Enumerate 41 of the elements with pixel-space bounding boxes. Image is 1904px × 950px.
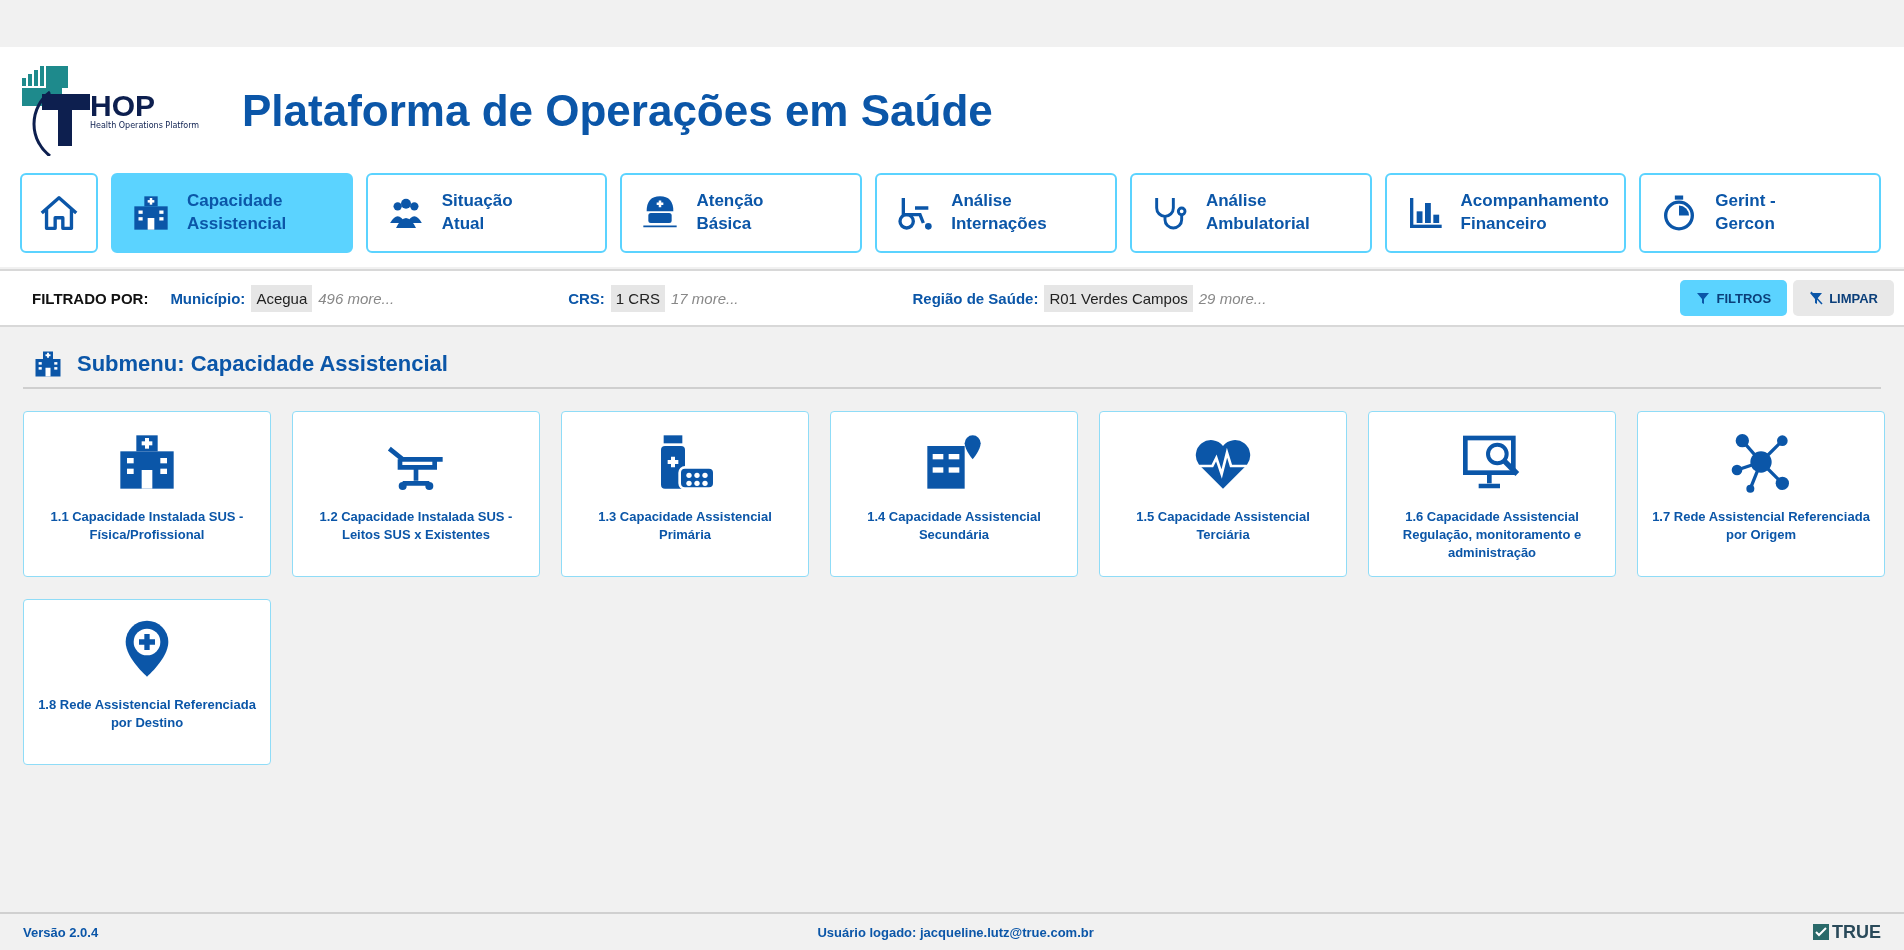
nav-tab[interactable]: Análise Ambulatorial: [1129, 173, 1372, 253]
filter-icon: [1696, 291, 1711, 305]
nav-tab[interactable]: Capacidade Assistencial: [111, 173, 353, 253]
nav-tab[interactable]: Gerint - Gercon: [1639, 173, 1882, 253]
submenu-card[interactable]: 1.8 Rede Assistencial Referenciada por Destino: [23, 599, 271, 765]
submenu-card[interactable]: 1.3 Capacidade Assistencial Primária: [561, 411, 809, 577]
filters-button[interactable]: FILTROS: [1680, 280, 1788, 316]
filter-name: Município:: [170, 289, 246, 307]
nav-tab[interactable]: Análise Internações: [875, 173, 1117, 253]
submenu-card[interactable]: 1.1 Capacidade Instalada SUS - Física/Profissional: [23, 411, 271, 577]
clear-button[interactable]: LIMPAR: [1793, 280, 1894, 316]
filter-value: 1 CRS: [610, 284, 665, 312]
home-tab[interactable]: [20, 173, 98, 253]
filter-value: Acegua: [251, 284, 313, 312]
logo-tagline: Health Operations Platform: [90, 121, 200, 130]
more-link[interactable]: 496 more...: [318, 289, 395, 307]
filter-name: CRS:: [568, 289, 605, 307]
submenu-card[interactable]: 1.2 Capacidade Instalada SUS - Leitos SUS x Existentes: [292, 411, 540, 577]
submenu-title: Submenu: Capacidade Assistencial: [77, 351, 448, 377]
filter-label: FILTRADO POR:: [32, 289, 149, 307]
hospital-icon: [131, 193, 171, 233]
version-text: Versão 2.0.4: [23, 924, 99, 940]
nav-tab[interactable]: Situação Atual: [365, 173, 608, 253]
nav-tab[interactable]: Atenção Básica: [620, 173, 863, 253]
brand-name: TRUE: [1832, 921, 1881, 943]
more-link[interactable]: 29 more...: [1198, 289, 1267, 307]
more-link[interactable]: 17 more...: [671, 289, 739, 307]
clear-filter-icon: [1809, 291, 1824, 305]
nav-tab[interactable]: Acompanhamento Financeiro: [1384, 173, 1627, 253]
logo-wordmark: HOP: [90, 91, 155, 121]
submenu-card[interactable]: 1.5 Capacidade Assistencial Terciária: [1099, 411, 1347, 577]
hospital-icon: [33, 349, 63, 379]
page-title: Plataforma de Operações em Saúde: [242, 86, 993, 136]
logo-icon: [20, 66, 92, 156]
logged-user-text: Usuário logado: jacqueline.lutz@true.com.br: [817, 924, 1094, 940]
submenu-card[interactable]: 1.6 Capacidade Assistencial Regulação, monitoramento e administração: [1368, 411, 1616, 577]
checkbox-logo-icon: [1813, 924, 1829, 940]
filter-name: Região de Saúde:: [912, 289, 1039, 307]
submenu-card[interactable]: 1.7 Rede Assistencial Referenciada por Origem: [1637, 411, 1885, 577]
filter-value: R01 Verdes Campos: [1044, 284, 1193, 312]
submenu-card[interactable]: 1.4 Capacidade Assistencial Secundária: [830, 411, 1078, 577]
